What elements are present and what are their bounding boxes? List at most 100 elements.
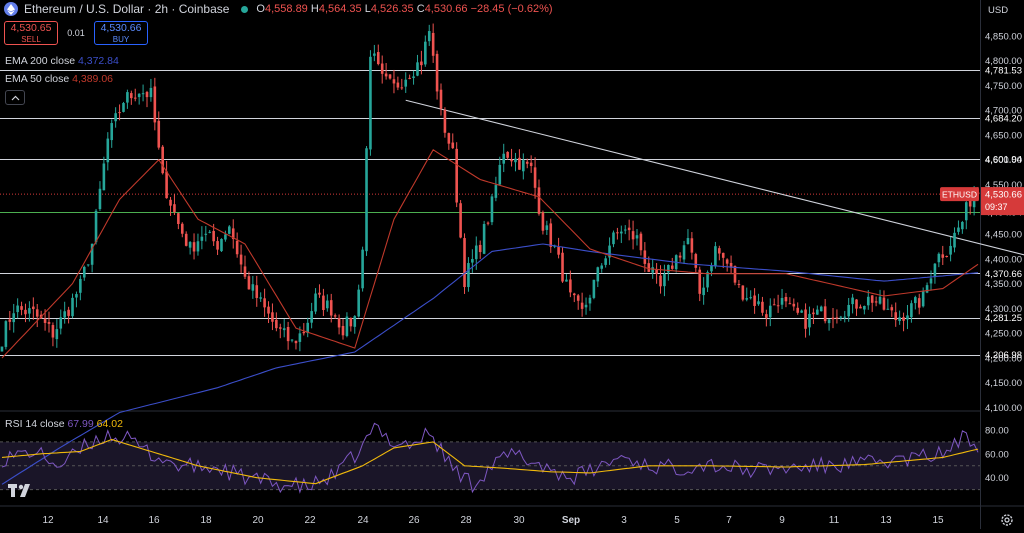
candle [678, 255, 682, 258]
price-tick-label: 4,100.00 [985, 403, 1022, 414]
candle [200, 236, 204, 241]
candle [326, 300, 329, 309]
candle [8, 319, 12, 322]
candle [506, 151, 509, 158]
candle [188, 242, 192, 248]
price-tick-label: 4,250.00 [985, 329, 1022, 340]
candle [267, 306, 270, 314]
candle [596, 267, 600, 282]
candle [757, 301, 760, 305]
candle [290, 339, 294, 341]
candle [816, 309, 819, 315]
ema200-legend[interactable]: EMA 200 close 4,372.84 [5, 55, 119, 67]
candle [753, 295, 756, 306]
high-value: 4,564.35 [318, 3, 362, 15]
candle [102, 163, 106, 191]
candle [690, 238, 694, 253]
candle [627, 227, 631, 231]
candle [459, 203, 462, 238]
time-tick-label: Sep [562, 515, 580, 526]
ema200-value: 4,372.84 [77, 55, 119, 67]
candle [498, 164, 502, 185]
buy-button[interactable]: 4,530.66 BUY [94, 21, 148, 45]
candle [514, 158, 517, 163]
candle [318, 292, 321, 295]
candle [667, 265, 670, 273]
candle [874, 301, 878, 303]
chevron-up-icon [11, 95, 19, 100]
candle [51, 325, 55, 338]
candle [639, 233, 643, 251]
market-status-icon [241, 5, 249, 13]
candle [572, 293, 576, 296]
rsi-tick-label: 40.00 [985, 473, 1009, 484]
candle [208, 231, 212, 233]
candle [298, 333, 302, 342]
candle [549, 223, 553, 247]
candle [604, 258, 607, 265]
candle [228, 226, 231, 234]
candle [859, 306, 862, 309]
candle [890, 307, 894, 311]
candle [177, 213, 180, 225]
rsi-ma-value: 64.02 [96, 418, 123, 430]
candle [953, 232, 956, 248]
candle [153, 86, 157, 123]
candle [4, 321, 8, 347]
candle [439, 89, 443, 109]
candle [706, 272, 709, 288]
candle [149, 87, 153, 98]
candle [157, 120, 161, 148]
candle [863, 305, 866, 310]
candle [322, 295, 325, 311]
time-tick-label: 15 [932, 515, 944, 526]
candle [914, 297, 917, 304]
candle [647, 263, 651, 272]
ticker-symbol: ETHUSD [942, 190, 977, 200]
candle [20, 306, 23, 310]
candle [180, 223, 184, 234]
candle [145, 91, 149, 98]
candle [721, 252, 725, 258]
collapse-legend-button[interactable] [5, 90, 25, 105]
price-tick-label: 4,750.00 [985, 81, 1022, 92]
candle [827, 319, 831, 324]
sell-button[interactable]: 4,530.65 SELL [4, 21, 58, 45]
candle [580, 302, 584, 309]
rsi-tick-label: 80.00 [985, 425, 1009, 436]
candle [239, 254, 243, 265]
candle [400, 87, 404, 89]
candle [243, 266, 247, 277]
candle [533, 167, 537, 188]
candle [471, 259, 474, 263]
candle [294, 340, 298, 344]
price-tick-label: 4,350.00 [985, 279, 1022, 290]
candle [369, 56, 372, 150]
candle [396, 82, 400, 88]
candle [600, 265, 604, 269]
price-chart[interactable]: 4,100.004,150.004,200.004,250.004,300.00… [0, 0, 1024, 529]
symbol-title[interactable]: Ethereum / U.S. Dollar · 2h · Coinbase [24, 2, 229, 16]
candle [761, 301, 764, 313]
candle [47, 322, 51, 324]
ema50-legend[interactable]: EMA 50 close 4,389.06 [5, 73, 113, 85]
candle [925, 285, 929, 293]
candle [745, 298, 749, 300]
candle [878, 296, 882, 304]
time-tick-label: 5 [674, 515, 680, 526]
time-tick-label: 11 [829, 515, 840, 526]
candle [682, 245, 686, 260]
candle [373, 53, 376, 56]
chart-settings-gear-icon[interactable] [999, 512, 1015, 528]
candle [851, 297, 854, 305]
time-tick-label: 12 [42, 515, 54, 526]
candle [768, 305, 772, 318]
candle [114, 113, 117, 122]
candle [94, 210, 98, 243]
candle [968, 200, 972, 207]
candle [184, 233, 188, 246]
candle [447, 133, 451, 144]
candle [55, 329, 59, 340]
rsi-legend[interactable]: RSI 14 close 67.99 64.02 [5, 418, 123, 430]
candle [192, 242, 196, 252]
